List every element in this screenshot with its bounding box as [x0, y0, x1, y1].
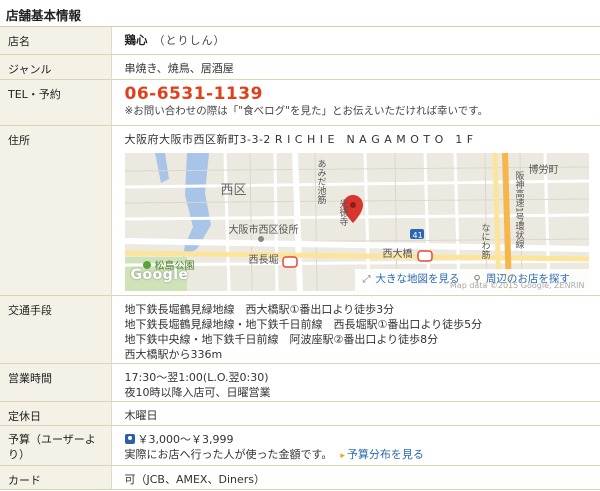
shop-name-kana: （とりしん）	[153, 34, 226, 47]
access-line: 地下鉄長堀鶴見緑地線・地下鉄千日前線 西長堀駅①番出口より徒歩5分	[124, 317, 483, 331]
label-tel: TEL・予約	[0, 79, 112, 126]
phone-number[interactable]: 06-6531-1139	[125, 84, 600, 104]
map-label-nishi-ohashi: 西大橋	[382, 248, 413, 260]
hours-line: 17:30～翌1:00(L.O.翌0:30)	[124, 370, 269, 384]
budget-note: 実際にお店へ行った人が使った金額です。	[124, 447, 333, 461]
budget-value: ￥3,000～￥3,999	[137, 432, 234, 446]
hours-line: 夜10時以降入店可、日曜営業	[124, 385, 271, 399]
budget-distribution-link[interactable]: 予算分布を見る	[347, 448, 424, 461]
shop-name: 鶏心	[124, 33, 148, 47]
map[interactable]: 西区 大阪市西区役所 松島公園 西長堀 西大橋 博労町 あみだ池筋 光徳寺 なに…	[124, 152, 589, 291]
access-line: 地下鉄中央線・地下鉄千日前線 阿波座駅②番出口より徒歩8分	[124, 332, 439, 346]
google-logo: Google	[130, 266, 189, 283]
large-map-label: 大きな地図を見る	[375, 273, 460, 285]
arrow-right-icon: ▸	[340, 450, 345, 461]
map-label-ward-office: 大阪市西区役所	[228, 224, 299, 236]
row-shop-name: 店名 鶏心 （とりしん）	[0, 27, 600, 55]
budget-icon	[124, 433, 135, 444]
holiday-value: 木曜日	[111, 401, 600, 426]
label-address: 住所	[0, 125, 112, 296]
row-hours: 営業時間 17:30～翌1:00(L.O.翌0:30) 夜10時以降入店可、日曜…	[0, 363, 600, 402]
map-label-nishi-ku: 西区	[220, 182, 247, 198]
section-title: 店舗基本情報	[0, 0, 600, 27]
row-card: カード 可（JCB、AMEX、Diners）	[0, 465, 600, 490]
label-budget: 予算（ユーザーより）	[0, 425, 112, 466]
map-data-credit: Map data ©2015 Google, ZENRIN	[449, 280, 585, 290]
map-label-hanshin: 阪神高速1号環状線	[513, 170, 524, 249]
row-genre: ジャンル 串焼き、焼鳥、居酒屋	[0, 54, 600, 80]
card-value: 可（JCB、AMEX、Diners）	[111, 465, 600, 490]
label-shop-name: 店名	[0, 27, 112, 55]
label-genre: ジャンル	[0, 54, 112, 80]
row-holiday: 定休日 木曜日	[0, 401, 600, 426]
map-label-naniwasuji: なにわ筋	[479, 222, 490, 259]
map-label-nishi-nagahori: 西長堀	[248, 254, 279, 266]
address-value: 大阪府大阪市西区新町3-3-2 R I C H I E N A G A M O …	[124, 132, 474, 146]
map-label-kotokuji: 光徳寺	[337, 198, 348, 226]
row-budget: 予算（ユーザーより） ￥3,000～￥3,999 実際にお店へ行った人が使った金…	[0, 425, 600, 466]
map-label-route-41: 41	[412, 230, 423, 240]
row-tel: TEL・予約 06-6531-1139 ※お問い合わせの際は「"食べログ"を見た…	[0, 79, 600, 126]
row-access: 交通手段 地下鉄長堀鶴見緑地線 西大橋駅①番出口より徒歩3分 地下鉄長堀鶴見緑地…	[0, 295, 600, 364]
map-label-amidaike: あみだ池筋	[315, 158, 326, 204]
map-label-bakuromachi: 博労町	[528, 164, 559, 176]
genre-value: 串焼き、焼鳥、居酒屋	[111, 54, 600, 80]
expand-icon: ⤢	[362, 274, 371, 285]
row-address: 住所 大阪府大阪市西区新町3-3-2 R I C H I E N A G A M…	[0, 125, 600, 296]
tel-note: ※お問い合わせの際は「"食べログ"を見た」とお伝えいただければ幸いです。	[124, 104, 489, 117]
access-line: 地下鉄長堀鶴見緑地線 西大橋駅①番出口より徒歩3分	[124, 302, 395, 316]
label-holiday: 定休日	[0, 401, 112, 426]
shop-info-table: 店名 鶏心 （とりしん） ジャンル 串焼き、焼鳥、居酒屋 TEL・予約 06-65…	[0, 27, 600, 490]
label-card: カード	[0, 465, 112, 490]
access-line: 西大橋駅から336m	[124, 347, 223, 361]
large-map-link[interactable]: ⤢ 大きな地図を見る	[363, 272, 460, 287]
label-access: 交通手段	[0, 295, 112, 364]
label-hours: 営業時間	[0, 363, 112, 402]
